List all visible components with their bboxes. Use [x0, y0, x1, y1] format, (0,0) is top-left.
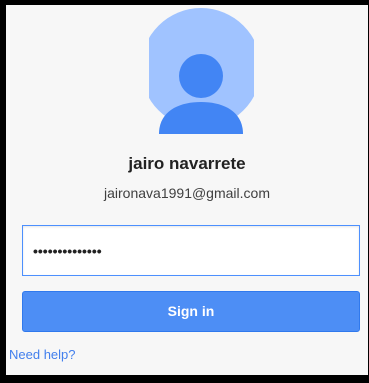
signin-card: jairo navarrete jaironava1991@gmail.com …	[6, 5, 368, 375]
password-field[interactable]: ••••••••••••••	[22, 225, 360, 276]
need-help-link[interactable]: Need help?	[9, 347, 76, 362]
sign-in-button[interactable]: Sign in	[22, 291, 360, 332]
user-email: jaironava1991@gmail.com	[104, 185, 270, 201]
person-silhouette-icon	[149, 8, 254, 134]
avatar	[149, 6, 254, 141]
user-name: jairo navarrete	[128, 154, 246, 173]
password-value: ••••••••••••••	[33, 242, 102, 259]
